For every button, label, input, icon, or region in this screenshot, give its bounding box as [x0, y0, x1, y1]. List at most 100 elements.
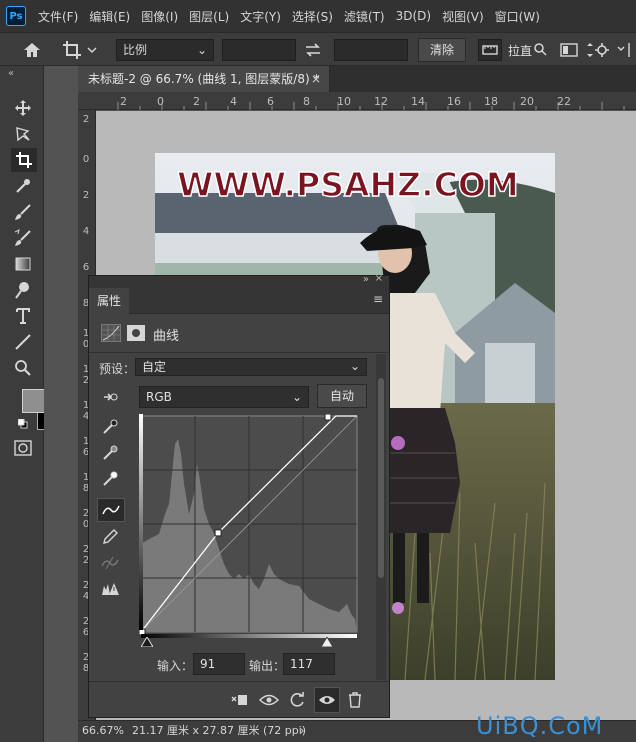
ruler-top-label: 4: [230, 95, 237, 108]
menu-view[interactable]: 视图(V): [442, 8, 484, 25]
gradient-tool-icon[interactable]: [13, 254, 33, 274]
app-logo: Ps: [6, 6, 26, 26]
ruler-top-label: 10: [337, 95, 351, 108]
ruler-top-label: 2: [120, 95, 127, 108]
crop-tool-preset-icon[interactable]: [62, 40, 98, 63]
ruler-top-label: 20: [520, 95, 534, 108]
trash-icon[interactable]: [345, 691, 365, 709]
history-brush-icon[interactable]: [13, 228, 33, 248]
preset-label: 预设：: [99, 362, 136, 376]
ratio-select[interactable]: 比例 ⌄: [116, 39, 214, 61]
menu-filter[interactable]: 滤镜(T): [344, 8, 385, 25]
ruler-left-label: 2: [82, 114, 90, 125]
status-menu-arrow[interactable]: ›: [300, 721, 304, 741]
collapse-icon[interactable]: «: [8, 68, 14, 79]
reset-icon[interactable]: [288, 691, 308, 709]
ruler-top-label: 22: [557, 95, 571, 108]
ruler-top: 2 0 2 4 6 8 10 12 14 16 18 20 22: [78, 92, 636, 110]
adjustment-name: 曲线: [153, 329, 180, 344]
clip-to-layer-icon[interactable]: [229, 691, 249, 709]
preset-select-value: 自定: [142, 360, 167, 374]
white-input-slider-icon[interactable]: [320, 636, 334, 650]
lasso-tool-icon[interactable]: [13, 124, 33, 144]
straighten-label: 拉直: [508, 44, 533, 58]
ruler-left-label: 6: [82, 262, 90, 273]
channel-select-value: RGB: [146, 390, 172, 404]
chevron-down-icon: ⌄: [291, 390, 302, 404]
close-icon[interactable]: ×: [375, 273, 383, 284]
panel-grip[interactable]: » ×: [89, 273, 389, 288]
output-value-field[interactable]: 117: [283, 653, 335, 675]
curves-graph[interactable]: [138, 413, 359, 638]
default-colors-icon[interactable]: [17, 418, 28, 429]
channel-select[interactable]: RGB ⌄: [139, 386, 309, 408]
input-value-field[interactable]: 91: [193, 653, 245, 675]
home-icon[interactable]: [22, 40, 42, 63]
document-tab-title: 未标题-2 @ 66.7% (曲线 1, 图层蒙版/8) *: [88, 72, 320, 86]
menu-file[interactable]: 文件(F): [38, 8, 78, 25]
magnify-icon[interactable]: [533, 42, 547, 59]
menu-3d[interactable]: 3D(D): [396, 9, 431, 23]
menu-image[interactable]: 图像(I): [141, 8, 178, 25]
collapse-icon[interactable]: »: [363, 274, 369, 285]
document-tab[interactable]: 未标题-2 @ 66.7% (曲线 1, 图层蒙版/8) * ×: [78, 66, 330, 92]
menu-layer[interactable]: 图层(L): [189, 8, 229, 25]
ruler-top-label: 0: [157, 95, 164, 108]
properties-panel: » × 属性 ≡ 曲线 预设： 自定 ⌄ RGB ⌄ 自动 输入： 91 输出：…: [88, 273, 390, 718]
foreground-color-swatch[interactable]: [22, 389, 46, 413]
menu-bar: Ps 文件(F) 编辑(E) 图像(I) 图层(L) 文字(Y) 选择(S) 滤…: [0, 0, 636, 32]
output-tone-bar: [139, 414, 143, 630]
eyedropper-tool-icon[interactable]: [13, 176, 33, 196]
curve-white-point[interactable]: [324, 413, 332, 421]
crop-tool-icon[interactable]: [11, 148, 37, 172]
straighten-icon[interactable]: [478, 39, 502, 61]
options-bar: 比例 ⌄ 清除 拉直: [0, 32, 636, 66]
line-tool-icon[interactable]: [13, 332, 33, 352]
quick-mask-icon[interactable]: [14, 440, 32, 459]
on-image-adjust-icon[interactable]: [99, 386, 121, 408]
ratio-select-value: 比例: [123, 43, 148, 57]
ruler-top-label: 6: [267, 95, 274, 108]
ruler-top-label: 16: [447, 95, 461, 108]
curve-control-point[interactable]: [214, 529, 222, 537]
panel-scrollbar[interactable]: [376, 354, 386, 680]
ratio-width-input[interactable]: [222, 39, 296, 61]
move-tool-icon[interactable]: [13, 98, 33, 118]
divider: [89, 352, 389, 353]
type-tool-icon[interactable]: [13, 306, 33, 326]
menu-edit[interactable]: 编辑(E): [89, 8, 130, 25]
site-watermark: UiBQ.CoM: [476, 712, 604, 740]
image-watermark-text: WWW.PSAHZ.COM: [176, 164, 519, 205]
scrollbar-thumb[interactable]: [378, 378, 384, 578]
preset-select[interactable]: 自定 ⌄: [135, 358, 367, 376]
menu-type[interactable]: 文字(Y): [240, 8, 281, 25]
view-previous-state-icon[interactable]: [259, 691, 279, 709]
overlay-grid-icon[interactable]: [560, 42, 578, 61]
dodge-tool-icon[interactable]: [13, 280, 33, 300]
auto-button[interactable]: 自动: [317, 384, 367, 408]
ratio-height-input[interactable]: [334, 39, 408, 61]
swap-icon[interactable]: [304, 42, 322, 61]
clear-button[interactable]: 清除: [418, 38, 466, 62]
visibility-eye-icon[interactable]: [314, 687, 340, 713]
ruler-left-label: 0: [82, 154, 90, 165]
panel-menu-icon[interactable]: ≡: [373, 292, 383, 306]
tools-panel: « ↰: [0, 66, 64, 742]
ruler-top-label: 8: [303, 95, 310, 108]
input-label: 输入：: [157, 659, 194, 673]
close-icon[interactable]: ×: [311, 66, 321, 92]
chevron-down-icon: ⌄: [196, 43, 207, 57]
settings-arrows-icon[interactable]: [586, 41, 632, 62]
zoom-level[interactable]: 66.67%: [82, 721, 124, 741]
panel-tab-row: 属性 ≡: [89, 288, 389, 314]
brush-tool-icon[interactable]: [13, 202, 33, 222]
ruler-left-label: 4: [82, 226, 90, 237]
black-input-slider-icon[interactable]: [140, 636, 154, 650]
tab-properties[interactable]: 属性: [89, 288, 129, 314]
ruler-top-label: 2: [193, 95, 200, 108]
layer-mask-icon[interactable]: [127, 325, 145, 341]
menu-window[interactable]: 窗口(W): [495, 8, 540, 25]
zoom-tool-icon[interactable]: [13, 358, 33, 378]
menu-select[interactable]: 选择(S): [292, 8, 333, 25]
ruler-top-label: 18: [484, 95, 498, 108]
